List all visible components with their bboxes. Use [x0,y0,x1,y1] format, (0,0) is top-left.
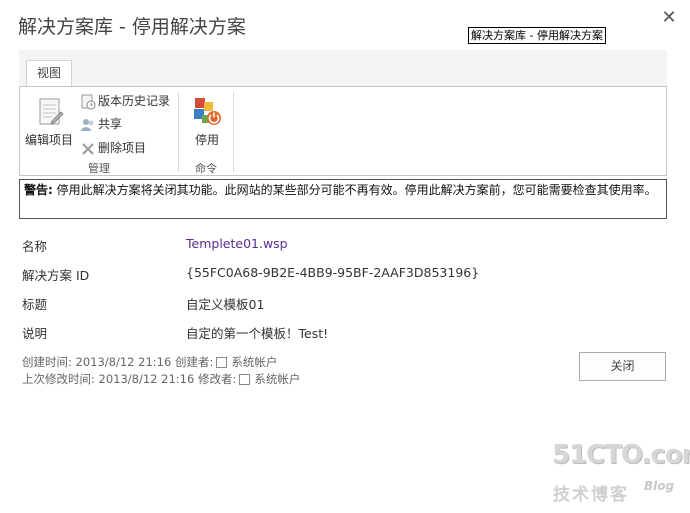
delete-item-label: 删除项目 [98,141,147,155]
prop-label-id: 解决方案 ID [22,268,90,283]
delete-x-icon [80,141,96,157]
modified-by-user[interactable]: 系统帐户 [254,372,300,386]
prop-value-description: 自定的第一个模板！Test! [186,326,329,341]
prop-value-name[interactable]: Templete01.wsp [186,236,288,251]
version-history-icon [80,94,96,110]
warning-text: 停用此解决方案将关闭其功能。此网站的某些部分可能不再有效。停用此解决方案前，您可… [52,183,657,197]
version-history-button[interactable]: 版本历史记录 [80,91,170,111]
disable-solution-icon [194,98,221,125]
prop-label-title: 标题 [22,297,48,312]
watermark-blog: Blog [644,479,675,493]
delete-item-button[interactable]: 删除项目 [80,138,146,158]
watermark-subtitle: 技术博客 [553,485,629,505]
ribbon-separator [178,92,179,172]
prop-value-title: 自定义模板01 [186,297,265,312]
share-label: 共享 [98,117,123,131]
group-label-command: 命令 [195,162,217,175]
created-text: 创建时间: 2013/8/12 21:16 创建者: [22,355,214,369]
modified-text: 上次修改时间: 2013/8/12 21:16 修改者: [22,372,237,386]
presence-icon [216,357,228,368]
edit-item-label: 编辑项目 [24,133,73,147]
close-button[interactable]: 关闭 [579,352,666,381]
created-info: 创建时间: 2013/8/12 21:16 创建者: 系统帐户 [22,354,277,370]
group-label-manage: 管理 [88,162,110,175]
watermark-logo: 51CTO.com [552,440,690,470]
disable-button[interactable]: 停用 [187,96,227,148]
solution-file-link[interactable]: Templete01.wsp [186,236,288,251]
prop-label-name: 名称 [22,239,48,254]
prop-label-description: 说明 [22,326,48,341]
ribbon-separator [233,92,234,172]
ribbon-tab-strip [19,50,667,86]
disable-label: 停用 [194,133,219,147]
warning-prefix: 警告: [24,183,53,197]
share-icon [80,117,96,133]
tab-view[interactable]: 视图 [26,60,72,87]
presence-icon [239,374,251,385]
modified-info: 上次修改时间: 2013/8/12 21:16 修改者: 系统帐户 [22,371,300,387]
close-icon[interactable]: ✕ [659,8,679,28]
created-by-user[interactable]: 系统帐户 [231,355,277,369]
dialog-title: 解决方案库 - 停用解决方案 [18,16,246,38]
edit-document-icon [39,98,64,125]
version-history-label: 版本历史记录 [98,94,171,108]
share-button[interactable]: 共享 [80,114,122,134]
warning-message: 警告: 停用此解决方案将关闭其功能。此网站的某些部分可能不再有效。停用此解决方案… [19,179,667,219]
edit-item-button[interactable]: 编辑项目 [22,96,76,148]
title-tooltip: 解决方案库 - 停用解决方案 [468,27,606,44]
prop-value-id: {55FC0A68-9B2E-4BB9-95BF-2AAF3D853196} [186,265,480,280]
